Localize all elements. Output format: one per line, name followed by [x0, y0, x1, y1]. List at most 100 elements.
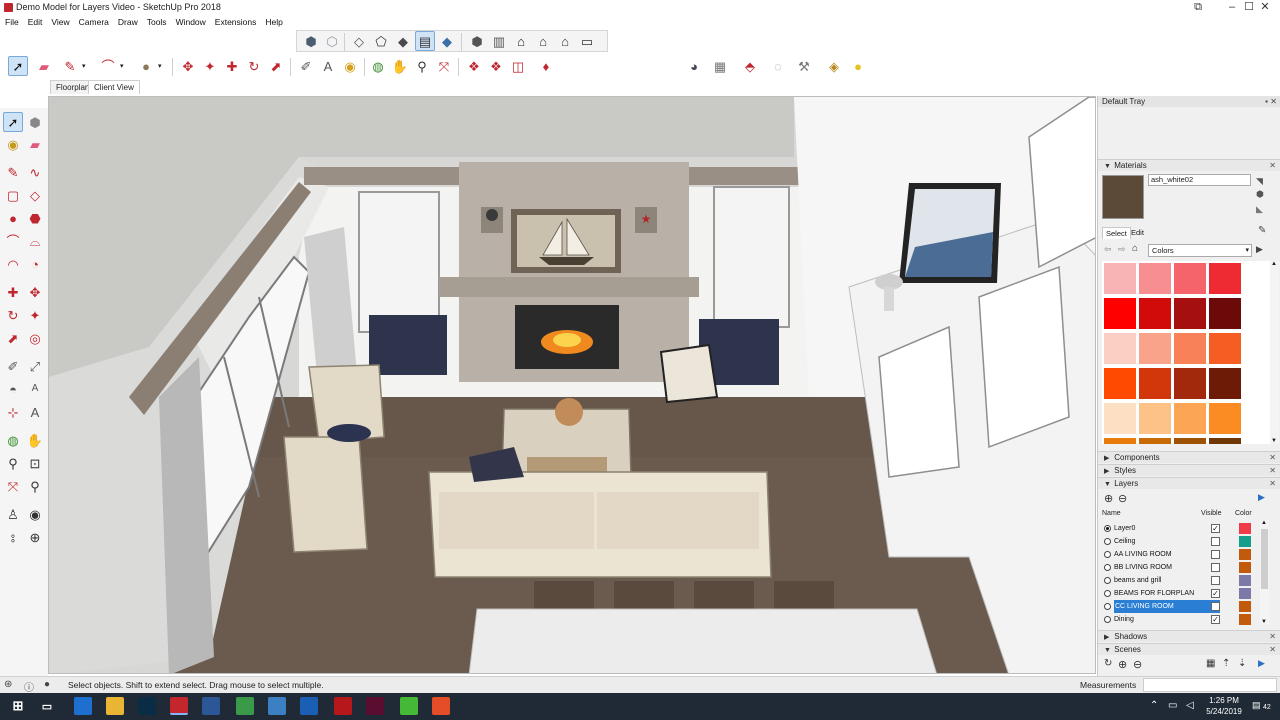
move-icon[interactable]: ✚ [3, 282, 23, 302]
push-pull-icon[interactable]: ✥ [25, 282, 45, 302]
layers-col-name[interactable]: Name [1102, 510, 1121, 517]
material-swatch[interactable] [1104, 333, 1136, 364]
pan-icon[interactable]: ✋ [390, 56, 410, 76]
arc-icon[interactable]: ⌒ [98, 56, 118, 76]
instructor-user-icon[interactable]: ● [44, 679, 50, 690]
menu-window[interactable]: Window [171, 17, 210, 27]
layer-row[interactable]: CC LIVING ROOM [1102, 600, 1256, 613]
layer-name[interactable]: AA LIVING ROOM [1114, 548, 1220, 561]
network-icon[interactable]: ▭ [1168, 700, 1177, 711]
layer-color-swatch[interactable] [1239, 523, 1251, 534]
measurements-input[interactable] [1143, 678, 1277, 692]
active-layer-radio[interactable] [1104, 551, 1111, 558]
layers-section-header[interactable]: ▼ Layers ✕ [1098, 477, 1280, 489]
move-scene-down-icon[interactable]: ⇣ [1238, 658, 1246, 669]
layer-color-swatch[interactable] [1239, 536, 1251, 547]
scene-view-options-icon[interactable]: ▦ [1206, 658, 1215, 669]
material-swatch[interactable] [1104, 403, 1136, 434]
paint-bucket-icon[interactable]: ◉ [340, 56, 360, 76]
layer-color-swatch[interactable] [1239, 601, 1251, 612]
details-arrow-icon[interactable]: ▶ [1258, 658, 1265, 669]
active-layer-radio[interactable] [1104, 603, 1111, 610]
select-icon[interactable]: ➚ [8, 56, 28, 76]
layer-name[interactable]: CC LIVING ROOM [1114, 600, 1220, 613]
add-layer-icon[interactable]: ⊕ [1104, 492, 1113, 505]
update-scene-icon[interactable]: ↻ [1104, 658, 1112, 669]
material-swatch[interactable] [1104, 263, 1136, 294]
sketchup-icon[interactable] [170, 697, 188, 715]
component-icon[interactable]: ◈ [824, 56, 844, 76]
close-icon[interactable]: ✕ [1269, 631, 1276, 643]
material-swatch[interactable] [1139, 438, 1171, 444]
layer-visible-checkbox[interactable]: ✓ [1211, 524, 1220, 533]
sandbox-icon[interactable]: ⚒ [794, 56, 814, 76]
layer-color-swatch[interactable] [1239, 588, 1251, 599]
chevron-down-icon[interactable]: ▾ [158, 62, 162, 70]
edge-icon[interactable] [74, 697, 92, 715]
eraser-icon[interactable]: ▰ [34, 56, 54, 76]
menu-file[interactable]: File [0, 17, 23, 27]
outlook-icon[interactable] [300, 697, 318, 715]
scale-icon[interactable]: ⬈ [3, 328, 23, 348]
circle-icon[interactable]: ● [3, 208, 23, 228]
chevron-down-icon[interactable]: ▾ [82, 62, 86, 70]
arc-icon[interactable]: ⌒ [3, 231, 23, 251]
credits-info-icon[interactable]: ⓘ [24, 679, 34, 694]
follow-me-icon[interactable]: ✦ [25, 305, 45, 325]
material-swatch[interactable] [1104, 368, 1136, 399]
components-section-header[interactable]: ▶ Components ✕ [1098, 451, 1280, 463]
layers-col-visible[interactable]: Visible [1201, 510, 1222, 517]
walk-icon[interactable]: ⦂ [3, 527, 23, 547]
layer-color-swatch[interactable] [1239, 562, 1251, 573]
material-library-select[interactable]: Colors ▾ [1148, 244, 1252, 257]
pin-icon[interactable]: ▪ [1265, 96, 1268, 107]
layers-col-color[interactable]: Color [1235, 510, 1252, 517]
back-view-icon[interactable]: ⌂ [555, 31, 575, 51]
home-icon[interactable]: ⌂ [1132, 243, 1138, 254]
volume-icon[interactable]: ◁ [1186, 700, 1194, 711]
active-layer-radio[interactable] [1104, 538, 1111, 545]
rotate-icon[interactable]: ↻ [3, 305, 23, 325]
scale-icon[interactable]: ⬈ [266, 56, 286, 76]
material-swatch[interactable] [1209, 403, 1241, 434]
paint-bucket-icon[interactable]: ◉ [3, 134, 23, 154]
shaded-textures-icon[interactable]: ▤ [415, 31, 435, 51]
materials-section-header[interactable]: ▼ Materials ✕ [1098, 159, 1280, 171]
material-swatch[interactable] [1174, 263, 1206, 294]
add-scene-icon[interactable]: ⊕ [1118, 658, 1127, 671]
sample-paint-icon[interactable]: ✎ [1258, 225, 1266, 236]
layer-row[interactable]: beams and grill [1102, 574, 1256, 587]
zoom-window-icon[interactable]: ⊡ [25, 453, 45, 473]
menu-tools[interactable]: Tools [142, 17, 171, 27]
geo-location-status-icon[interactable]: ⊛ [4, 679, 12, 690]
pie-icon[interactable]: ◔ [25, 254, 45, 274]
create-material-icon[interactable]: ⬢ [1256, 189, 1264, 200]
word-icon[interactable] [202, 697, 220, 715]
menu-extensions[interactable]: Extensions [210, 17, 261, 27]
freehand-icon[interactable]: ∿ [25, 162, 45, 182]
active-layer-radio[interactable] [1104, 564, 1111, 571]
material-swatch[interactable] [1209, 263, 1241, 294]
offset-icon[interactable]: ◎ [25, 328, 45, 348]
details-arrow-icon[interactable]: ▶ [1258, 492, 1265, 503]
photoshop-icon[interactable] [138, 697, 156, 715]
look-around-icon[interactable]: ◉ [25, 504, 45, 524]
two-point-arc-icon[interactable]: ⌓ [25, 231, 45, 251]
rotated-rectangle-icon[interactable]: ◇ [25, 185, 45, 205]
select-icon[interactable]: ➚ [3, 112, 23, 132]
close-icon[interactable]: ✕ [1270, 96, 1277, 107]
menu-view[interactable]: View [46, 17, 73, 27]
left-view-icon[interactable]: ▭ [577, 31, 597, 51]
move-scene-up-icon[interactable]: ⇡ [1222, 658, 1230, 669]
axes-icon[interactable]: ⊹ [3, 402, 23, 422]
layer-row[interactable]: BB LIVING ROOM [1102, 561, 1256, 574]
layer-visible-checkbox[interactable] [1211, 576, 1220, 585]
back-edges-icon[interactable]: ⬡ [322, 31, 342, 51]
windows-start-icon[interactable]: ⊞ [9, 697, 27, 715]
text-icon[interactable]: A [25, 379, 45, 399]
close-icon[interactable]: ✕ [1269, 160, 1276, 172]
protractor-icon[interactable]: ◓ [3, 379, 23, 399]
menu-camera[interactable]: Camera [74, 17, 113, 27]
layer-row[interactable]: BEAMS FOR FLORPLAN ✓ [1102, 587, 1256, 600]
shaded-icon[interactable]: ◆ [393, 31, 413, 51]
